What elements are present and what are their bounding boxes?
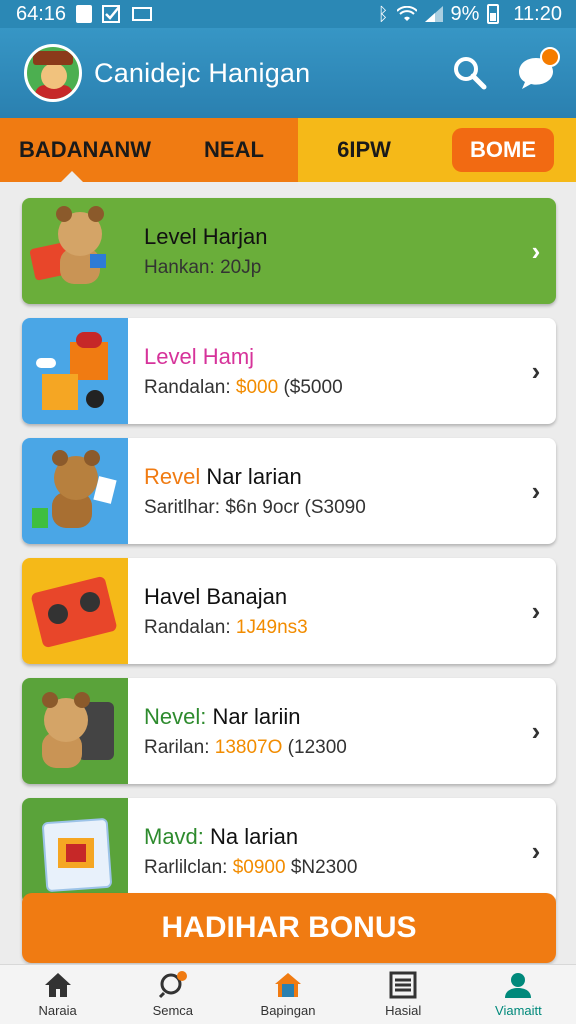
tab-6ipw[interactable]: 6IPW: [298, 118, 430, 182]
person-icon: [503, 971, 533, 999]
battery-percent: 9%: [450, 2, 480, 25]
chat-notification-badge: [540, 47, 560, 67]
card-title: Revel Nar larian: [144, 464, 302, 489]
blocks-toy-thumbnail: [22, 318, 128, 424]
level-list: Level Harjan Hankan: 20Jp › Level Hamj R…: [22, 198, 556, 918]
search-icon: [454, 57, 487, 90]
bear-cards-thumbnail: [22, 438, 128, 544]
card-title: Havel Banajan: [144, 584, 288, 609]
list-item[interactable]: Level Hamj Randalan: $000 ($5000 ›: [22, 318, 556, 424]
card-subtitle: Randalan: 1J49ns3: [144, 617, 308, 638]
house-icon: [273, 971, 303, 999]
card-title: Level Harjan: [144, 224, 268, 249]
list-icon: [388, 971, 418, 999]
search-button[interactable]: [450, 53, 490, 93]
bluetooth-icon: ᛒ: [377, 3, 389, 24]
status-time-left: 64:16: [16, 2, 67, 25]
mail-icon: [132, 7, 153, 21]
battery-icon: [487, 4, 500, 24]
chevron-right-icon: ›: [531, 715, 541, 746]
app-bar: Canidejc Hanigan: [0, 28, 576, 118]
card-subtitle: Randalan: $000 ($5000: [144, 377, 343, 398]
list-item[interactable]: Mavd: Na larian Rarlilclan: $0900 $N2300…: [22, 798, 556, 904]
gift-box-thumbnail: [22, 798, 128, 904]
chevron-right-icon: ›: [531, 475, 541, 506]
nav-item-bapingan[interactable]: Bapingan: [230, 965, 345, 1024]
chat-button[interactable]: [516, 47, 560, 93]
home-icon: [43, 971, 73, 999]
nav-item-semca[interactable]: Semca: [115, 965, 230, 1024]
list-item[interactable]: Level Harjan Hankan: 20Jp ›: [22, 198, 556, 304]
notification-icon: [76, 5, 93, 23]
status-bar: 64:16 ᛒ 9% 11:20: [0, 0, 576, 28]
tab-neal[interactable]: NEAL: [170, 118, 298, 182]
category-tabs: BADANANW NEAL 6IPW BOME: [0, 118, 576, 183]
chevron-right-icon: ›: [531, 835, 541, 866]
list-item[interactable]: Revel Nar larian Saritlhar: $6n 9ocr (S3…: [22, 438, 556, 544]
bonus-button[interactable]: HADIHAR BONUS: [22, 893, 556, 963]
card-subtitle: Rarilan: 13807O (12300: [144, 737, 347, 758]
card-title: Mavd: Na larian: [144, 824, 299, 849]
nav-item-naraia[interactable]: Naraia: [0, 965, 115, 1024]
card-title: Nevel: Nar lariin: [144, 704, 301, 729]
avatar[interactable]: [24, 44, 82, 102]
list-item[interactable]: Nevel: Nar lariin Rarilan: 13807O (12300…: [22, 678, 556, 784]
card-subtitle: Saritlhar: $6n 9ocr (S3090: [144, 497, 366, 518]
card-title: Level Hamj: [144, 344, 255, 369]
chevron-right-icon: ›: [531, 235, 541, 266]
chevron-right-icon: ›: [531, 355, 541, 386]
card-subtitle: Rarlilclan: $0900 $N2300: [144, 857, 358, 878]
tab-bome[interactable]: BOME: [452, 128, 554, 172]
tab-bome-wrapper: BOME: [430, 118, 576, 182]
wifi-icon: [396, 6, 417, 21]
signal-icon: [424, 6, 443, 22]
card-subtitle: Hankan: 20Jp: [144, 257, 262, 278]
bear-dj-thumbnail: [22, 198, 128, 304]
bear-device-thumbnail: [22, 678, 128, 784]
app-title: Canidejc Hanigan: [94, 57, 311, 88]
search-icon: [158, 971, 188, 999]
nav-item-viamaitt[interactable]: Viamaitt: [461, 965, 576, 1024]
status-time-right: 11:20: [513, 2, 562, 25]
list-item[interactable]: Havel Banajan Randalan: 1J49ns3 ›: [22, 558, 556, 664]
tab-badananw[interactable]: BADANANW: [0, 118, 170, 183]
speaker-box-thumbnail: [22, 558, 128, 664]
nav-item-hasial[interactable]: Hasial: [346, 965, 461, 1024]
chevron-right-icon: ›: [531, 595, 541, 626]
bottom-navigation: Naraia Semca Bapingan Hasial Viamaitt: [0, 964, 576, 1024]
checkbox-notification-icon: [102, 5, 121, 23]
